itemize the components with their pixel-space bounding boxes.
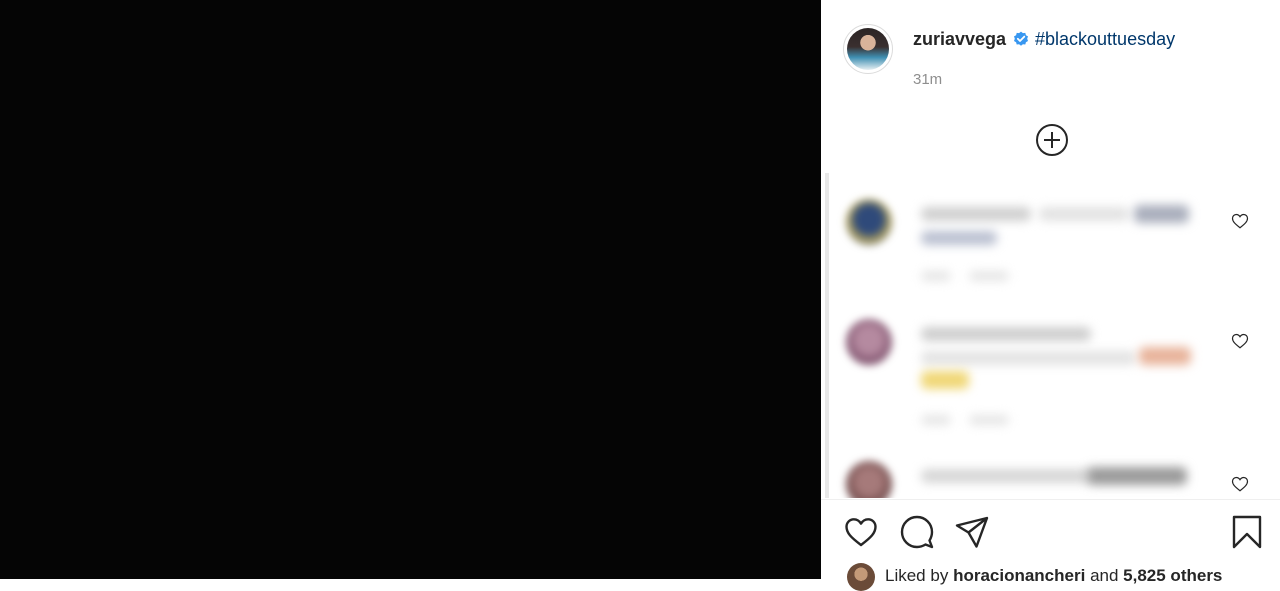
comment-item — [829, 455, 1280, 498]
likes-summary: Liked by horacionancheri and 5,825 other… — [847, 563, 1280, 591]
comment-meta-blurred — [969, 271, 1009, 281]
comments-list[interactable] — [825, 173, 1280, 498]
author-avatar-image — [847, 28, 889, 70]
heart-icon[interactable] — [1231, 332, 1249, 350]
likes-others-link[interactable]: 5,825 others — [1123, 566, 1222, 585]
liker-avatar[interactable] — [847, 563, 875, 591]
caption-hashtag-link[interactable]: #blackouttuesday — [1035, 29, 1175, 50]
paper-plane-icon[interactable] — [954, 514, 990, 550]
heart-icon[interactable] — [843, 514, 879, 550]
comment-avatar-blurred — [846, 461, 892, 498]
comment-text-blurred — [921, 327, 1091, 341]
author-username[interactable]: zuriavvega — [913, 29, 1006, 50]
post-timestamp[interactable]: 31m — [913, 71, 942, 88]
comment-text-blurred — [1039, 207, 1129, 221]
comment-item — [829, 311, 1280, 431]
comment-avatar-blurred — [846, 199, 892, 245]
author-avatar[interactable] — [843, 24, 893, 74]
comment-avatar-blurred — [846, 319, 892, 365]
actions-divider — [821, 499, 1280, 500]
likes-prefix: Liked by — [885, 566, 949, 585]
comment-item — [829, 191, 1280, 301]
comment-icon[interactable] — [899, 514, 935, 550]
comment-meta-blurred — [921, 271, 951, 281]
comment-emoji-blurred — [1139, 347, 1191, 365]
comment-emoji-blurred — [1134, 205, 1189, 223]
likes-conjunction: and — [1090, 566, 1119, 585]
heart-icon[interactable] — [1231, 212, 1249, 230]
comment-emoji-blurred — [921, 371, 969, 389]
bookmark-icon[interactable] — [1229, 514, 1265, 550]
post-media-black — [0, 0, 821, 579]
comment-text-blurred — [921, 351, 1136, 365]
comment-text-blurred — [921, 207, 1031, 221]
comment-text-blurred — [921, 231, 997, 245]
likes-text: Liked by horacionancheri and 5,825 other… — [885, 566, 1222, 586]
comment-meta-blurred — [921, 415, 951, 425]
plus-circle-icon[interactable] — [1035, 123, 1069, 157]
comment-meta-blurred — [969, 415, 1009, 425]
post-side-panel: zuriavvega #blackouttuesday 31m Liked by… — [821, 0, 1280, 591]
comment-text-blurred — [921, 469, 1091, 483]
verified-badge-icon — [1014, 31, 1028, 46]
heart-icon[interactable] — [1231, 475, 1249, 493]
comment-emoji-blurred — [1087, 467, 1187, 485]
liker-username-link[interactable]: horacionancheri — [953, 566, 1085, 585]
